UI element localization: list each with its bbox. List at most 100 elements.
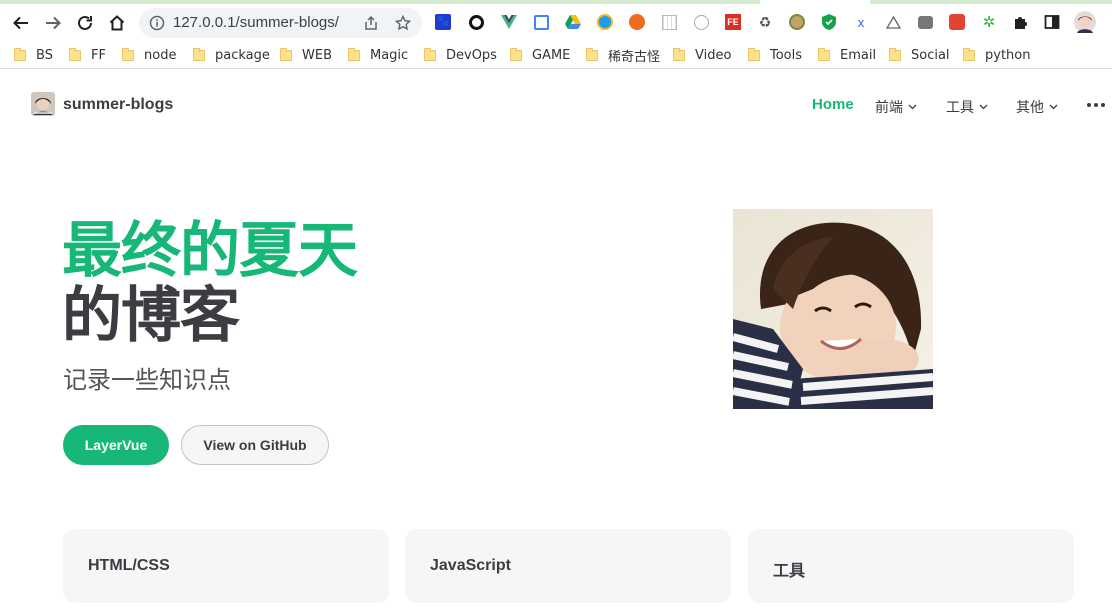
folder-icon	[818, 47, 830, 61]
feature-card[interactable]: HTML/CSS	[63, 529, 389, 603]
tab-icon[interactable]	[916, 13, 934, 31]
bookmark-folder[interactable]: Video	[673, 45, 731, 65]
bookmark-label: 稀奇古怪	[608, 49, 661, 65]
nav-tools-label: 工具	[946, 100, 974, 116]
nav-other[interactable]: 其他	[1016, 97, 1058, 117]
bookmark-label: BS	[36, 47, 53, 63]
vue-icon[interactable]	[500, 13, 518, 31]
folder-icon	[673, 47, 685, 61]
folder-icon	[122, 47, 134, 61]
back-button[interactable]	[9, 11, 33, 35]
chevron-down-icon	[979, 104, 988, 110]
todoist-icon[interactable]	[948, 13, 966, 31]
folder-icon	[280, 47, 292, 61]
bookmark-folder[interactable]: Tools	[748, 45, 802, 65]
layervue-button[interactable]: LayerVue	[63, 425, 169, 465]
bookmark-label: Tools	[770, 47, 803, 63]
triangle-icon[interactable]	[884, 13, 902, 31]
bookmarks-bar: BS FF node package WEB Magic DevOps GAME…	[0, 41, 1112, 69]
face-icon[interactable]	[788, 13, 806, 31]
nav-frontend-label: 前端	[875, 100, 903, 116]
reload-button[interactable]	[73, 11, 97, 35]
folder-icon	[193, 47, 205, 61]
profile-avatar[interactable]	[1074, 11, 1096, 33]
hero-name: 最终的夏天	[62, 216, 358, 286]
github-button[interactable]: View on GitHub	[181, 425, 329, 465]
drive-icon[interactable]	[564, 13, 582, 31]
circle-icon[interactable]	[467, 13, 485, 31]
site-logo[interactable]	[31, 92, 55, 116]
nav-frontend[interactable]: 前端	[875, 97, 917, 117]
bookmark-folder[interactable]: node	[122, 45, 176, 65]
bookmark-folder[interactable]: Magic	[348, 45, 408, 65]
fire-icon[interactable]	[628, 13, 646, 31]
bookmark-label: Email	[840, 47, 877, 63]
sidepanel-icon[interactable]	[1043, 13, 1061, 31]
nav-home[interactable]: Home	[812, 96, 854, 113]
share-icon[interactable]	[361, 13, 381, 33]
arrow-right-icon	[46, 16, 61, 30]
bookmark-star-icon[interactable]	[393, 13, 413, 33]
feature-title: 工具	[773, 561, 806, 580]
nav-tools[interactable]: 工具	[946, 97, 988, 117]
site-navbar: summer-blogs Home 前端 工具 其他	[0, 70, 1112, 140]
bookmark-folder[interactable]: GAME	[510, 45, 570, 65]
bookmark-label: Video	[695, 47, 732, 63]
chevron-down-icon	[1049, 104, 1058, 110]
bookmark-label: DevOps	[446, 47, 497, 63]
folder-icon	[748, 47, 760, 61]
folder-icon	[14, 47, 26, 61]
shield-icon[interactable]	[820, 13, 838, 31]
chevron-down-icon	[908, 104, 917, 110]
clock-icon[interactable]	[692, 13, 710, 31]
bookmark-folder[interactable]: BS	[14, 45, 53, 65]
star-icon[interactable]: ✲	[980, 13, 998, 31]
folder-icon	[348, 47, 360, 61]
grid-icon[interactable]	[660, 13, 678, 31]
bookmark-label: package	[215, 47, 270, 63]
folder-icon	[424, 47, 436, 61]
browser-toolbar: 127.0.0.1/summer-blogs/ 🐾 FE ♻ x ✲	[0, 5, 1112, 41]
folder-icon	[963, 47, 975, 61]
folder-icon	[586, 47, 598, 61]
bookmark-folder[interactable]: 稀奇古怪	[586, 45, 660, 65]
x-icon[interactable]: x	[852, 13, 870, 31]
recycle-icon[interactable]: ♻	[756, 13, 774, 31]
puzzle-icon[interactable]	[1012, 13, 1030, 31]
bookmark-folder[interactable]: python	[963, 45, 1030, 65]
hero-image	[733, 209, 933, 409]
bookmark-label: WEB	[302, 47, 332, 63]
nav-home-label: Home	[812, 96, 854, 113]
feature-card[interactable]: JavaScript	[405, 529, 731, 603]
feature-title: HTML/CSS	[88, 557, 170, 574]
bookmark-folder[interactable]: FF	[69, 45, 106, 65]
url-text: 127.0.0.1/summer-blogs/	[173, 14, 339, 31]
bookmark-folder[interactable]: package	[193, 45, 270, 65]
compass-icon[interactable]	[596, 13, 614, 31]
folder-icon	[69, 47, 81, 61]
active-tab-edge	[0, 0, 760, 4]
arrow-left-icon	[13, 16, 28, 30]
hero-text: 的博客	[62, 281, 240, 351]
forward-button[interactable]	[41, 11, 65, 35]
hero-tagline: 记录一些知识点	[63, 366, 231, 394]
bookmark-folder[interactable]: DevOps	[424, 45, 497, 65]
site-title[interactable]: summer-blogs	[63, 96, 173, 114]
paw-icon[interactable]: 🐾	[434, 13, 452, 31]
feature-card[interactable]: 工具	[748, 529, 1074, 603]
bookmark-folder[interactable]: WEB	[280, 45, 332, 65]
translate-icon[interactable]	[532, 13, 550, 31]
bookmark-label: python	[985, 47, 1031, 63]
home-button[interactable]	[105, 11, 129, 35]
address-bar[interactable]: 127.0.0.1/summer-blogs/	[139, 8, 422, 38]
home-icon	[109, 15, 125, 31]
reload-icon	[78, 15, 92, 30]
fe-icon[interactable]: FE	[724, 13, 742, 31]
more-options-icon[interactable]	[1087, 103, 1105, 107]
bookmark-folder[interactable]: Social	[889, 45, 950, 65]
bookmark-label: Social	[911, 47, 950, 63]
folder-icon	[510, 47, 522, 61]
bookmark-folder[interactable]: Email	[818, 45, 876, 65]
info-icon[interactable]	[147, 13, 167, 33]
feature-title: JavaScript	[430, 557, 511, 574]
